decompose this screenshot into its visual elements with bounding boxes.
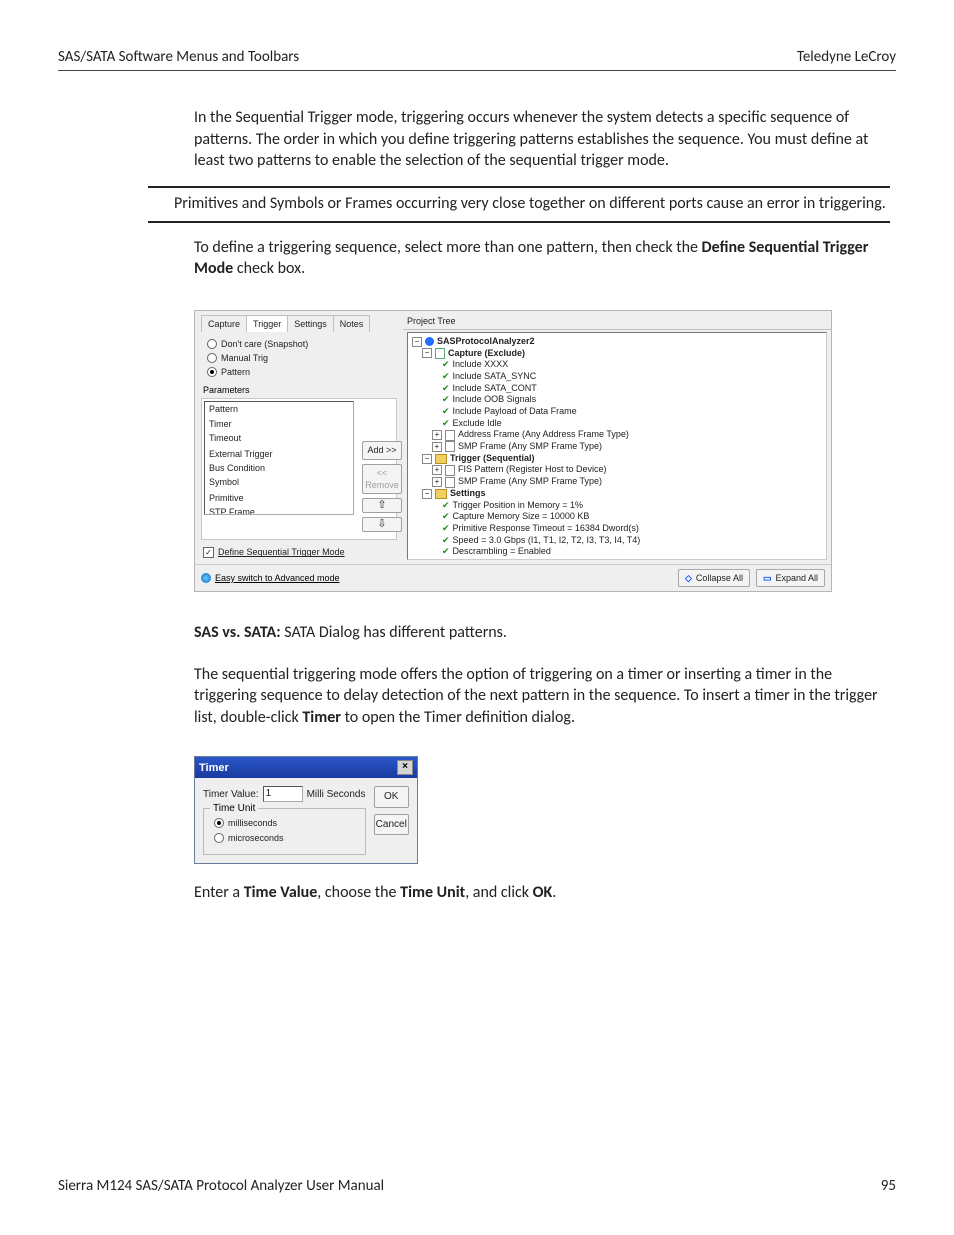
radio-pattern[interactable]: Pattern [207,366,397,378]
check-icon: ✔ [442,535,450,547]
check-icon: ✔ [442,371,450,383]
page-icon [445,430,455,441]
move-down-button[interactable]: ⇩ [362,517,402,532]
tab-trigger[interactable]: Trigger [246,315,288,332]
folder-icon [435,454,447,464]
parameters-label: Parameters [203,384,397,396]
header-right: Teledyne LeCroy [797,48,896,66]
page-icon [445,477,455,488]
para-timer-intro: The sequential triggering mode offers th… [194,664,884,729]
radio-icon [214,833,224,843]
project-tree-title: Project Tree [403,313,831,330]
para-sas-vs-sata: SAS vs. SATA: SATA Dialog has different … [194,622,884,644]
radio-icon [207,339,217,349]
timer-dialog-title: Timer [199,761,229,776]
note-text: Primitives and Symbols or Frames occurri… [174,194,890,215]
ok-button[interactable]: OK [374,786,410,808]
check-icon: ✔ [442,500,450,512]
radio-microseconds[interactable]: microseconds [214,832,359,844]
tab-strip: Capture Trigger Settings Notes [201,315,397,332]
folder-icon [435,489,447,499]
footer-left: Sierra M124 SAS/SATA Protocol Analyzer U… [58,1177,384,1195]
timer-value-input[interactable]: 1 [263,786,303,802]
trigger-config-window: Capture Trigger Settings Notes Don't car… [194,310,832,592]
header-left: SAS/SATA Software Menus and Toolbars [58,48,299,66]
check-icon: ✔ [442,418,450,430]
cancel-button[interactable]: Cancel [374,814,410,836]
advanced-mode-link[interactable]: Easy switch to Advanced mode [201,572,340,584]
project-tree[interactable]: −SASProtocolAnalyzer2 −Capture (Exclude)… [407,332,827,560]
radio-icon [207,353,217,363]
check-icon: ✔ [442,546,450,558]
move-up-button[interactable]: ⇧ [362,498,402,513]
page-icon [445,465,455,476]
para-define: To define a triggering sequence, select … [194,237,884,280]
tab-notes[interactable]: Notes [333,315,371,332]
tab-settings[interactable]: Settings [287,315,334,332]
check-icon: ✔ [442,359,450,371]
para-enter-value: Enter a Time Value, choose the Time Unit… [194,882,884,904]
add-button[interactable]: Add >> [362,441,402,459]
timer-dialog: Timer × Timer Value: 1 Milli Seconds Tim… [194,756,418,863]
page-icon [445,441,455,452]
footer-page-number: 95 [881,1177,896,1195]
note-box: Primitives and Symbols or Frames occurri… [148,186,890,223]
page-footer: Sierra M124 SAS/SATA Protocol Analyzer U… [58,1177,896,1195]
remove-button[interactable]: << Remove [362,464,402,494]
check-icon: ✔ [442,394,450,406]
define-sequential-checkbox[interactable]: Define Sequential Trigger Mode [203,546,397,558]
check-icon: ✔ [442,511,450,523]
globe-icon [201,573,211,583]
check-icon: ✔ [442,558,450,560]
time-unit-group: Time Unit milliseconds microseconds [203,808,366,854]
radio-manual[interactable]: Manual Trig [207,352,397,364]
radio-icon [214,818,224,828]
radio-dontcare[interactable]: Don't care (Snapshot) [207,338,397,350]
expand-all-button[interactable]: ▭Expand All [756,569,825,587]
collapse-all-button[interactable]: ◇Collapse All [678,569,750,587]
radio-icon [207,367,217,377]
analyzer-icon [425,337,434,346]
tab-capture[interactable]: Capture [201,315,247,332]
para-intro: In the Sequential Trigger mode, triggeri… [194,107,884,172]
page-header: SAS/SATA Software Menus and Toolbars Tel… [58,48,896,71]
timer-value-label: Timer Value: [203,788,259,802]
timer-value-unit: Milli Seconds [307,788,366,802]
close-button[interactable]: × [397,760,413,775]
check-icon: ✔ [442,406,450,418]
check-icon: ✔ [442,523,450,535]
parameters-listbox[interactable]: Pattern Timer Timeout External Trigger B… [204,401,354,515]
trigger-left-panel: Capture Trigger Settings Notes Don't car… [195,311,403,564]
check-icon: ✔ [442,383,450,395]
capture-icon [435,348,445,359]
project-tree-panel: Project Tree −SASProtocolAnalyzer2 −Capt… [403,311,831,564]
checkbox-icon [203,547,214,558]
radio-milliseconds[interactable]: milliseconds [214,817,359,829]
